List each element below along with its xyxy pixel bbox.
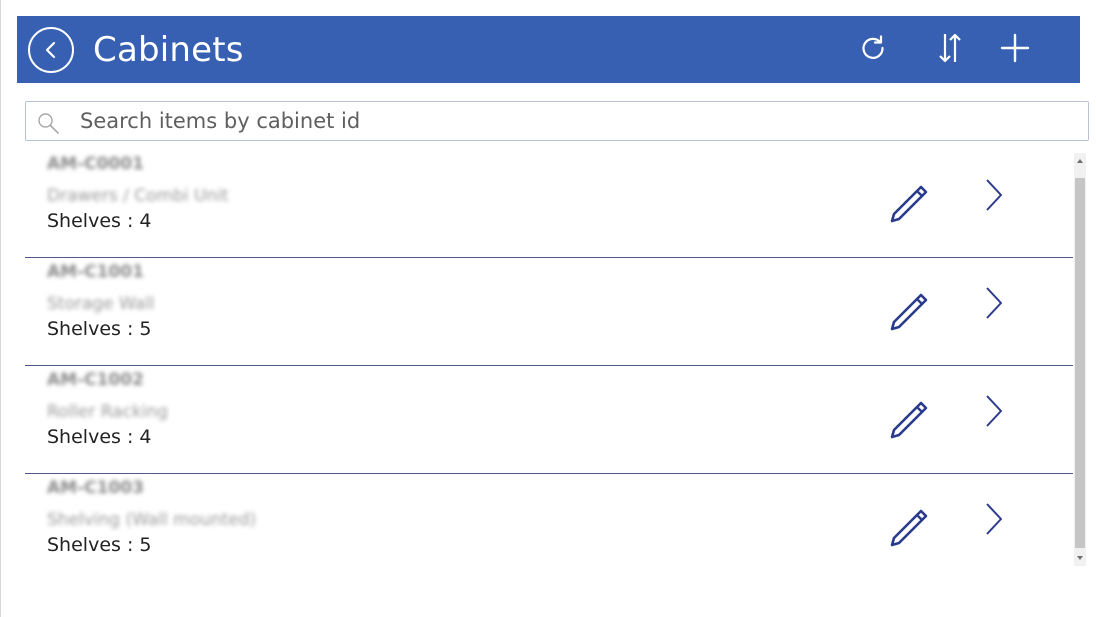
cabinet-shelves: Shelves : 4 (47, 210, 152, 232)
scroll-up-icon[interactable] (1074, 155, 1086, 167)
cabinet-shelves: Shelves : 5 (47, 318, 152, 340)
app-window: Cabinets Search items by cabinet id AM-C… (0, 0, 1096, 617)
cabinet-shelves: Shelves : 5 (47, 534, 152, 556)
sort-button[interactable] (932, 30, 968, 66)
list-item[interactable]: AM-C0001 Drawers / Combi Unit Shelves : … (25, 150, 1073, 258)
add-button[interactable] (997, 30, 1033, 66)
search-icon (38, 113, 59, 134)
cabinet-shelves: Shelves : 4 (47, 426, 152, 448)
edit-icon[interactable] (887, 398, 931, 442)
cabinet-id: AM-C1002 (47, 370, 144, 390)
edit-icon[interactable] (887, 290, 931, 334)
vertical-scrollbar[interactable] (1074, 153, 1086, 566)
header-bar: Cabinets (17, 16, 1080, 83)
scroll-down-icon[interactable] (1074, 552, 1086, 564)
page-title: Cabinets (93, 30, 244, 70)
chevron-right-icon[interactable] (981, 284, 1007, 322)
search-input[interactable] (80, 102, 1080, 140)
cabinet-id: AM-C1001 (47, 262, 144, 282)
cabinet-id: AM-C0001 (47, 154, 144, 174)
back-button[interactable] (28, 27, 74, 73)
sort-icon (939, 33, 961, 63)
chevron-right-icon[interactable] (981, 392, 1007, 430)
refresh-button[interactable] (855, 30, 891, 66)
add-icon (1000, 33, 1030, 63)
chevron-right-icon[interactable] (981, 500, 1007, 538)
cabinet-type: Drawers / Combi Unit (47, 186, 229, 206)
cabinet-type: Roller Racking (47, 402, 169, 422)
scroll-thumb[interactable] (1075, 178, 1085, 548)
edit-icon[interactable] (887, 182, 931, 226)
chevron-right-icon[interactable] (981, 176, 1007, 214)
search-box (25, 101, 1089, 141)
cabinet-type: Storage Wall (47, 294, 155, 314)
list-item[interactable]: AM-C1002 Roller Racking Shelves : 4 (25, 366, 1073, 474)
list-item[interactable]: AM-C1003 Shelving (Wall mounted) Shelves… (25, 474, 1073, 567)
back-icon (45, 41, 56, 59)
cabinet-list: AM-C0001 Drawers / Combi Unit Shelves : … (25, 150, 1073, 567)
list-item[interactable]: AM-C1001 Storage Wall Shelves : 5 (25, 258, 1073, 366)
refresh-icon (862, 35, 884, 59)
cabinet-id: AM-C1003 (47, 478, 144, 498)
cabinet-type: Shelving (Wall mounted) (47, 510, 257, 530)
edit-icon[interactable] (887, 506, 931, 550)
